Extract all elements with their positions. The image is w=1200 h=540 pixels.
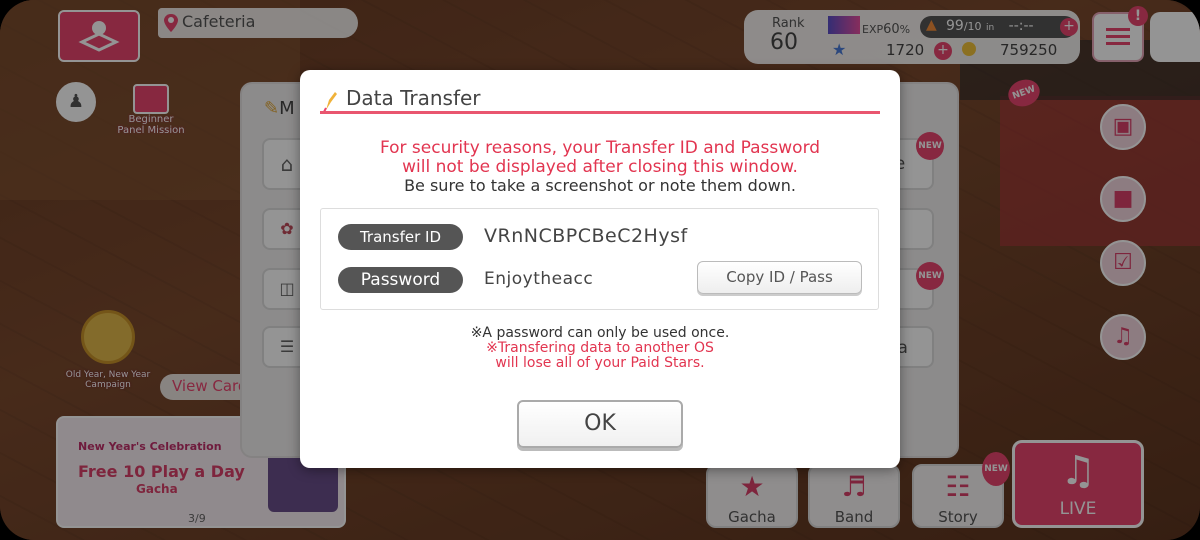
transfer-id-label: Transfer ID <box>338 224 463 250</box>
copy-id-pass-button[interactable]: Copy ID / Pass <box>697 261 862 294</box>
pencil-icon <box>323 92 337 112</box>
title-underline <box>320 111 880 114</box>
os-transfer-note-line2: will lose all of your Paid Stars. <box>495 355 705 371</box>
transfer-id-value: VRnNCBPCBeC2Hysf <box>484 225 688 247</box>
ok-button[interactable]: OK <box>517 400 683 448</box>
data-transfer-dialog: Data Transfer For security reasons, your… <box>300 70 900 468</box>
password-once-note: ※A password can only be used once. <box>470 325 730 341</box>
dialog-title: Data Transfer <box>346 86 481 110</box>
password-label: Password <box>338 267 463 293</box>
password-value: Enjoytheacc <box>484 269 594 289</box>
os-transfer-note-line1: ※Transfering data to another OS <box>486 340 714 356</box>
screenshot-instruction: Be sure to take a screenshot or note the… <box>404 176 796 195</box>
security-warning-line2: will not be displayed after closing this… <box>402 157 798 177</box>
game-screen: Cafeteria ♟ Beginner Panel Mission Old Y… <box>0 0 1200 540</box>
credentials-box: Transfer ID VRnNCBPCBeC2Hysf Password En… <box>320 208 879 310</box>
security-warning-line1: For security reasons, your Transfer ID a… <box>379 138 821 158</box>
